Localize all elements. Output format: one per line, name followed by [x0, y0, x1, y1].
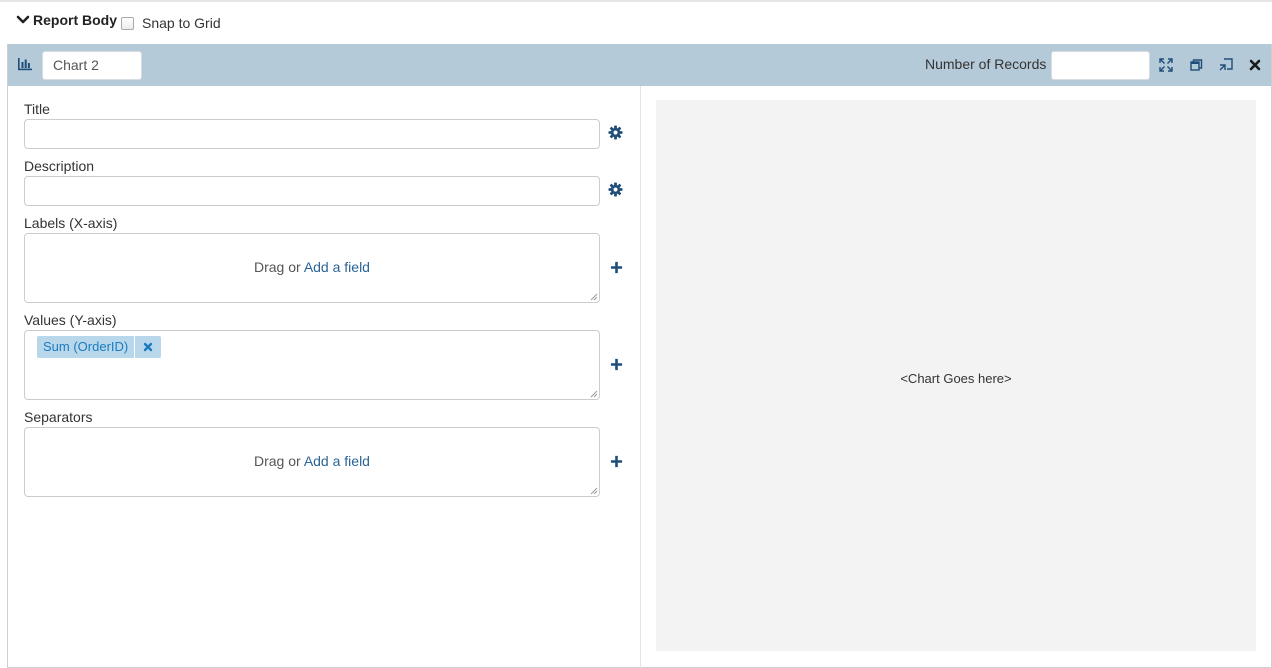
number-of-records-label: Number of Records: [925, 56, 1047, 72]
chart-name-input[interactable]: Chart 2: [42, 51, 142, 80]
add-field-link[interactable]: Add a field: [304, 259, 370, 275]
chart-panel-header: Chart 2 Number of Records: [8, 44, 1271, 86]
plus-icon[interactable]: [610, 455, 623, 468]
description-label: Description: [24, 158, 95, 174]
snap-to-grid-label: Snap to Grid: [142, 15, 221, 31]
drop-hint: Drag or Add a field: [25, 259, 599, 275]
separators-drop-zone[interactable]: Drag or Add a field: [24, 427, 600, 497]
add-field-link[interactable]: Add a field: [304, 453, 370, 469]
drag-text: Drag or: [254, 453, 301, 469]
gear-icon[interactable]: [608, 125, 623, 140]
separators-label: Separators: [24, 409, 93, 425]
report-body-toggle[interactable]: Report Body: [16, 12, 117, 28]
remove-field-button[interactable]: [134, 336, 161, 358]
values-drop-zone[interactable]: Sum (OrderID): [24, 330, 600, 400]
expand-icon[interactable]: [1158, 57, 1174, 73]
restore-window-icon[interactable]: [1188, 57, 1204, 73]
snap-to-grid[interactable]: Snap to Grid: [121, 15, 221, 31]
resize-grip-icon[interactable]: [588, 388, 598, 398]
labels-x-axis-label: Labels (X-axis): [24, 215, 118, 231]
chart-settings-pane: Title Description Labels (X-axis) Drag o…: [8, 86, 641, 668]
plus-icon[interactable]: [610, 261, 623, 274]
number-of-records-input[interactable]: [1051, 51, 1150, 80]
labels-drop-zone[interactable]: Drag or Add a field: [24, 233, 600, 303]
resize-grip-icon[interactable]: [588, 485, 598, 495]
title-label: Title: [24, 101, 50, 117]
chart-preview-area: <Chart Goes here>: [656, 100, 1256, 651]
close-icon[interactable]: [1247, 57, 1263, 73]
plus-icon[interactable]: [610, 358, 623, 371]
snap-to-grid-checkbox[interactable]: [121, 16, 134, 30]
chevron-down-icon: [16, 15, 30, 24]
popout-icon[interactable]: [1218, 57, 1234, 73]
remove-x-icon: [144, 342, 153, 352]
bar-chart-icon[interactable]: [17, 57, 33, 71]
section-title: Report Body: [33, 12, 117, 28]
drag-text: Drag or: [254, 259, 301, 275]
gear-icon[interactable]: [608, 182, 623, 197]
value-field-pill-label: Sum (OrderID): [43, 339, 129, 354]
chart-panel: Chart 2 Number of Records Title Descript…: [7, 44, 1272, 668]
values-y-axis-label: Values (Y-axis): [24, 312, 117, 328]
description-input[interactable]: [24, 176, 600, 206]
drop-hint: Drag or Add a field: [25, 453, 599, 469]
report-body-bar: Report Body Snap to Grid: [0, 0, 1272, 44]
chart-placeholder-text: <Chart Goes here>: [900, 371, 1012, 386]
value-field-pill[interactable]: Sum (OrderID): [37, 336, 162, 358]
title-input[interactable]: [24, 119, 600, 149]
resize-grip-icon[interactable]: [588, 291, 598, 301]
